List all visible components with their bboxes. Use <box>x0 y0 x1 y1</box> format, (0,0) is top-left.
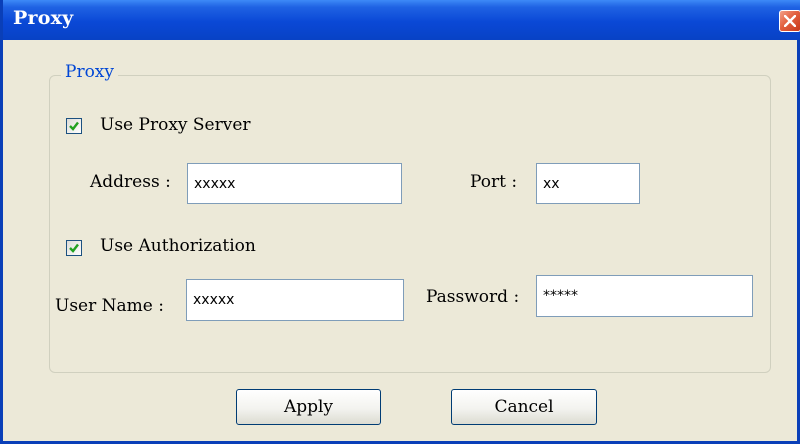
use-proxy-server-label[interactable]: Use Proxy Server <box>100 115 251 135</box>
cancel-button[interactable]: Cancel <box>451 389 597 425</box>
username-input[interactable] <box>186 279 404 321</box>
address-input[interactable] <box>187 163 402 204</box>
username-label: User Name : <box>55 296 164 316</box>
proxy-dialog-window: Proxy Proxy Use Proxy Server Address : P… <box>0 0 800 444</box>
use-authorization-checkbox[interactable] <box>66 240 82 256</box>
address-label: Address : <box>90 172 171 192</box>
close-x-icon <box>784 15 796 27</box>
port-label: Port : <box>470 172 518 192</box>
close-button[interactable] <box>779 10 800 32</box>
window-title: Proxy <box>13 7 74 29</box>
password-input[interactable] <box>536 275 753 317</box>
password-label: Password : <box>426 287 520 307</box>
checkmark-icon <box>69 121 79 131</box>
use-proxy-server-checkbox[interactable] <box>66 118 82 134</box>
use-authorization-label[interactable]: Use Authorization <box>100 236 256 256</box>
port-input[interactable] <box>536 163 640 204</box>
title-bar[interactable]: Proxy <box>3 0 800 40</box>
apply-button[interactable]: Apply <box>236 389 381 425</box>
checkmark-icon <box>69 243 79 253</box>
groupbox-legend: Proxy <box>61 62 118 82</box>
